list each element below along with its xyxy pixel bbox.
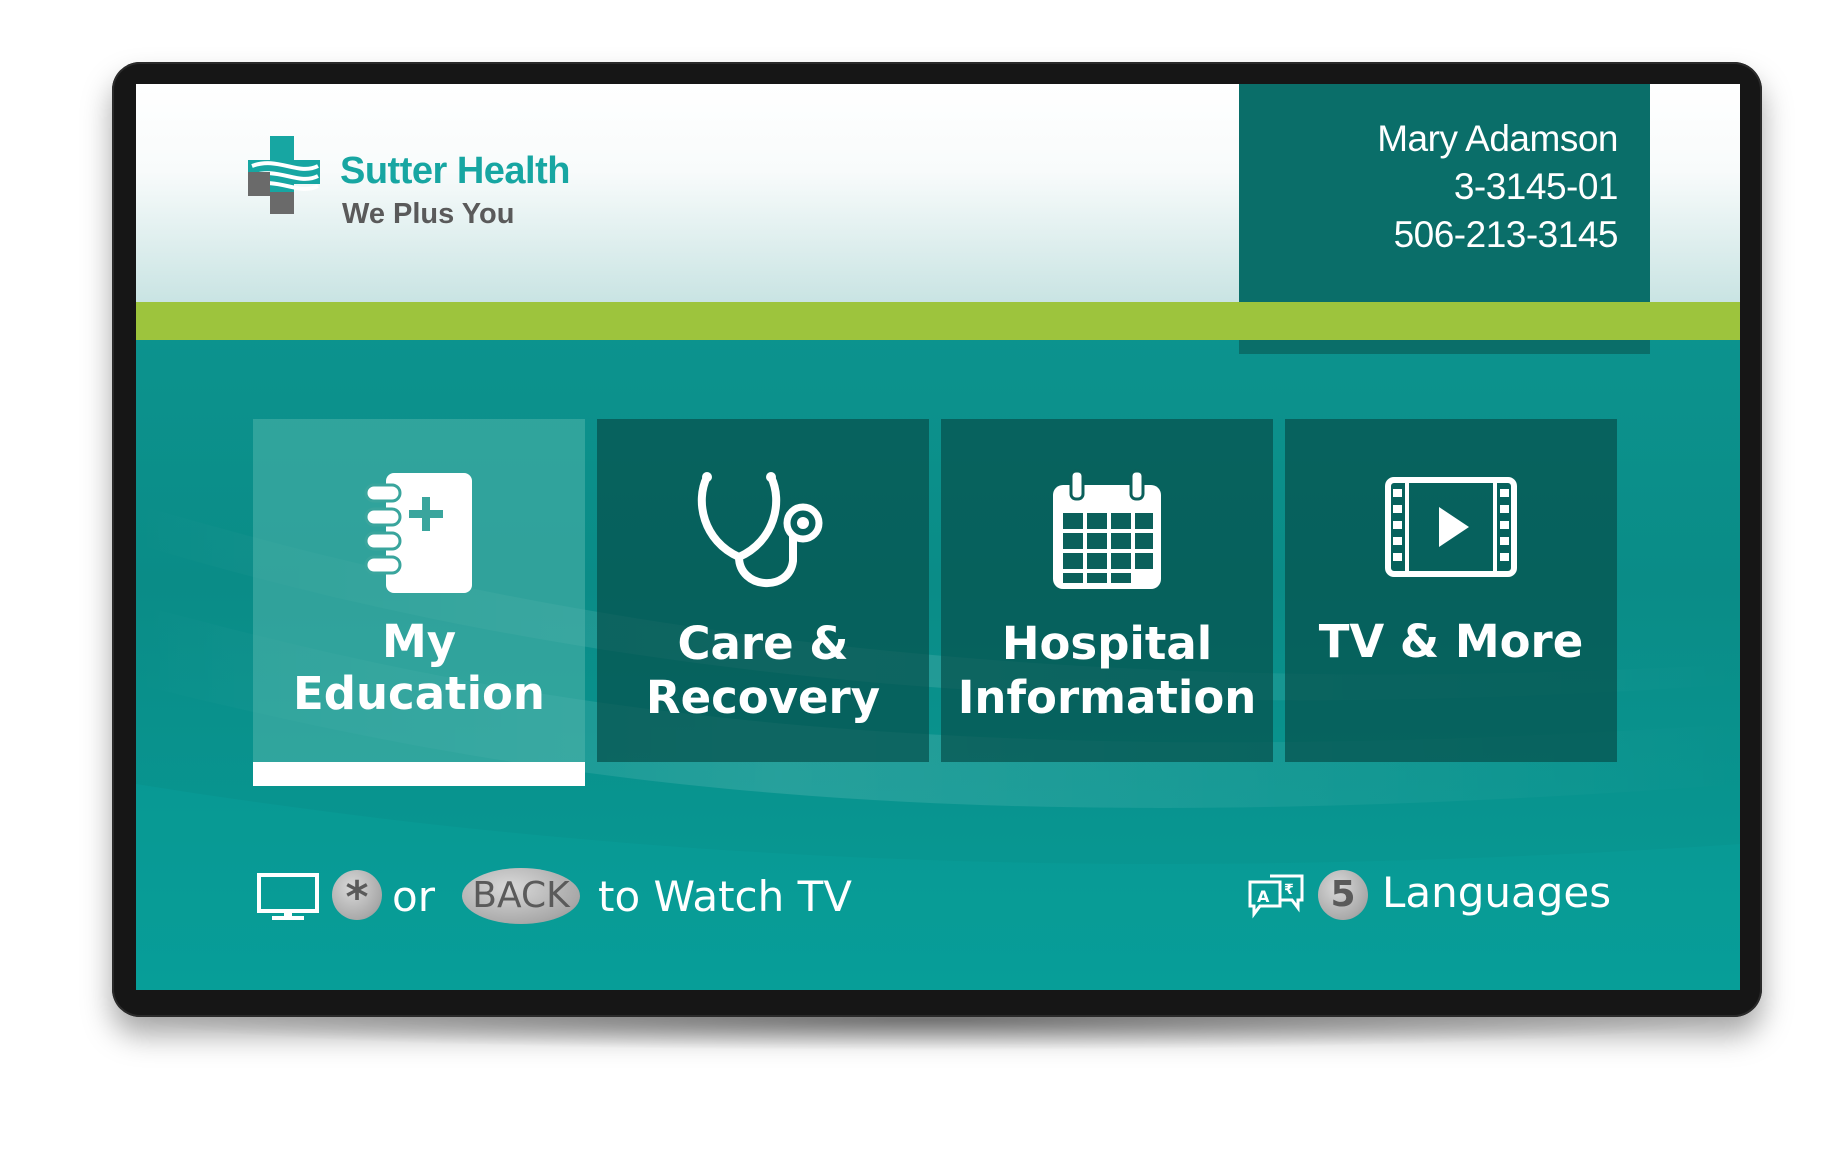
watch-tv-hint[interactable]: * or BACK to Watch TV (256, 866, 896, 926)
svg-text:₹: ₹ (1284, 882, 1294, 898)
patient-card-tail (1239, 340, 1650, 354)
tile-label-line1: My (381, 615, 457, 668)
tile-care-recovery[interactable]: Care & Recovery (597, 419, 929, 762)
tile-hospital-information[interactable]: Hospital Information (941, 419, 1273, 762)
tile-label-line1: Care & (677, 617, 849, 670)
calendar-icon (1053, 469, 1161, 589)
tile-label-line2: Information (957, 671, 1257, 724)
languages-option[interactable]: A ₹ 5 Languages (1246, 866, 1646, 926)
tv-screen: Sutter Health We Plus You Mary Adamson 3… (136, 84, 1740, 990)
language-key-button[interactable]: 5 (1318, 870, 1368, 920)
languages-label: Languages (1382, 868, 1612, 917)
brand-name: Sutter Health (340, 150, 570, 192)
film-play-icon (1385, 477, 1517, 577)
stethoscope-icon (697, 472, 823, 588)
patient-room: 3-3145-01 (1453, 166, 1619, 207)
brand-logo: Sutter Health We Plus You (248, 136, 608, 236)
tile-label-line2: Education (293, 667, 545, 720)
accent-bar (136, 302, 1740, 340)
tile-label-line2: Recovery (645, 671, 881, 724)
tile-label-line1: Hospital (1001, 617, 1213, 670)
notebook-plus-icon (364, 473, 472, 593)
selection-indicator (253, 762, 585, 786)
patient-phone: 506-213-3145 (1393, 214, 1619, 255)
watch-tv-text: to Watch TV (598, 872, 853, 921)
svg-text:A: A (1257, 887, 1270, 906)
patient-info-card: Mary Adamson 3-3145-01 506-213-3145 (1239, 84, 1650, 302)
star-key-button[interactable]: * (332, 870, 382, 923)
tile-tv-more[interactable]: TV & More (1285, 419, 1617, 762)
sutter-health-logo-icon (248, 136, 320, 214)
tv-icon (257, 873, 319, 920)
patient-name: Mary Adamson (1377, 118, 1618, 159)
tile-label-line1: TV & More (1318, 615, 1584, 668)
or-text: or (392, 872, 435, 921)
brand-tagline: We Plus You (342, 198, 515, 230)
tile-my-education[interactable]: My Education (253, 419, 585, 762)
translate-icon: A ₹ (1248, 874, 1304, 919)
back-key-button[interactable]: BACK (462, 868, 580, 924)
